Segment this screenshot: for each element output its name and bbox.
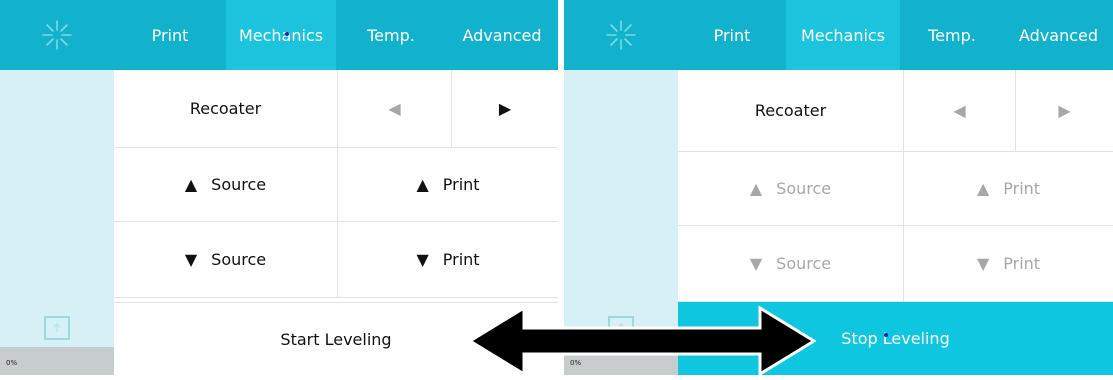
top-navigation-bar: Print Mechanics Temp. Advanced <box>564 0 1113 70</box>
arrow-right-icon: ▶ <box>498 99 512 118</box>
recoater-right-button[interactable]: ▶ <box>1016 70 1113 152</box>
source-up-button[interactable]: ▲ Source <box>114 148 338 222</box>
triangle-down-icon: ▼ <box>976 254 990 273</box>
triangle-down-icon: ▼ <box>184 250 198 269</box>
recoater-text: Recoater <box>189 99 262 118</box>
recoater-label: Recoater <box>114 70 338 148</box>
source-up-button[interactable]: ▲ Source <box>678 152 904 226</box>
print-up-label: Print <box>1003 179 1041 198</box>
recoater-label: Recoater <box>678 70 904 152</box>
print-down-button[interactable]: ▼ Print <box>904 226 1113 302</box>
recoater-text: Recoater <box>754 101 827 120</box>
print-down-label: Print <box>1003 254 1041 273</box>
tab-advanced[interactable]: Advanced <box>446 0 558 70</box>
triangle-up-icon: ▲ <box>749 179 763 198</box>
print-down-button[interactable]: ▼ Print <box>338 222 558 298</box>
source-up-label: Source <box>776 179 832 198</box>
print-down-label: Print <box>442 250 480 269</box>
touch-indicator-dot <box>884 333 888 337</box>
tab-print[interactable]: Print <box>678 0 786 70</box>
print-up-button[interactable]: ▲ Print <box>338 148 558 222</box>
tab-mechanics[interactable]: Mechanics <box>226 0 336 70</box>
arrow-right-icon: ▶ <box>1058 101 1071 120</box>
source-down-button[interactable]: ▼ Source <box>678 226 904 302</box>
triangle-up-icon: ▲ <box>416 175 429 194</box>
arrow-left-icon: ◀ <box>388 99 401 118</box>
recoater-left-button[interactable]: ◀ <box>338 70 452 148</box>
upload-icon[interactable] <box>44 316 70 340</box>
stop-leveling-label: Stop Leveling <box>841 329 950 348</box>
recoater-left-button[interactable]: ◀ <box>904 70 1016 152</box>
tab-advanced[interactable]: Advanced <box>1004 0 1113 70</box>
start-leveling-label: Start Leveling <box>280 329 392 349</box>
starburst-logo-icon <box>564 0 678 70</box>
recoater-right-button[interactable]: ▶ <box>452 70 558 148</box>
print-up-button[interactable]: ▲ Print <box>904 152 1113 226</box>
double-headed-arrow-icon <box>468 305 816 377</box>
top-navigation-bar: Print Mechanics Temp. Advanced <box>0 0 558 70</box>
source-down-label: Source <box>776 254 832 273</box>
source-down-label: Source <box>211 250 267 269</box>
triangle-up-icon: ▲ <box>184 175 198 194</box>
arrow-left-icon: ◀ <box>953 101 966 120</box>
triangle-down-icon: ▼ <box>749 254 763 273</box>
triangle-down-icon: ▼ <box>416 250 429 269</box>
starburst-logo-icon <box>0 0 114 70</box>
tab-temp[interactable]: Temp. <box>900 0 1004 70</box>
progress-indicator: 0% <box>0 347 114 375</box>
sidebar: 0% <box>0 70 114 375</box>
source-down-button[interactable]: ▼ Source <box>114 222 338 298</box>
print-up-label: Print <box>442 175 480 194</box>
tab-print[interactable]: Print <box>114 0 226 70</box>
source-up-label: Source <box>211 175 267 194</box>
tab-mechanics[interactable]: Mechanics <box>786 0 900 70</box>
touch-indicator-dot <box>285 32 289 36</box>
tab-temp[interactable]: Temp. <box>336 0 446 70</box>
triangle-up-icon: ▲ <box>976 179 990 198</box>
